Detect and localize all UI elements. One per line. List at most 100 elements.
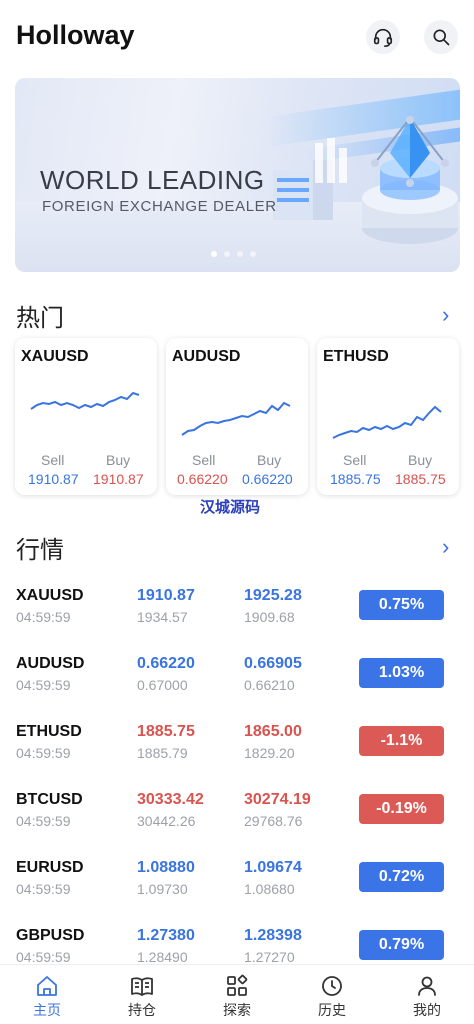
row-sub-sell: 1.09730 — [137, 881, 188, 897]
user-icon — [418, 976, 436, 996]
row-symbol: AUDUSD — [16, 655, 85, 672]
row-sub-sell: 1885.79 — [137, 745, 188, 761]
tab-history[interactable]: 历史 — [285, 965, 379, 1024]
row-price-buy: 1.09674 — [244, 859, 302, 876]
row-price-sell: 30333.42 — [137, 791, 204, 808]
buy-label: Buy — [408, 452, 433, 468]
row-price-buy: 1.28398 — [244, 927, 302, 944]
row-sub-buy: 1.27270 — [244, 949, 295, 965]
row-sub-buy: 29768.76 — [244, 813, 303, 829]
carousel-dot[interactable] — [237, 251, 243, 257]
clock-icon — [322, 976, 342, 996]
row-symbol: GBPUSD — [16, 927, 85, 944]
row-price-sell: 1.27380 — [137, 927, 195, 944]
row-time: 04:59:59 — [16, 677, 71, 693]
tab-label: 探索 — [223, 1002, 251, 1018]
buy-price: 1910.87 — [93, 471, 144, 487]
search-icon — [433, 29, 450, 46]
watermark-text: 汉城源码 — [200, 499, 261, 516]
hot-card-symbol: AUDUSD — [172, 348, 241, 365]
change-badge: -1.1% — [359, 726, 444, 756]
hot-more-button[interactable]: › — [442, 302, 449, 328]
row-symbol: EURUSD — [16, 859, 84, 876]
book-icon — [131, 977, 153, 996]
market-more-button[interactable]: › — [442, 534, 449, 560]
tab-profile[interactable]: 我的 — [380, 965, 474, 1024]
hot-card-ethusd[interactable]: ETHUSD Sell Buy 1885.75 1885.75 — [317, 338, 459, 495]
sell-label: Sell — [41, 452, 65, 468]
change-badge: 0.79% — [359, 930, 444, 960]
row-price-sell: 0.66220 — [137, 655, 195, 672]
buy-price: 0.66220 — [242, 471, 293, 487]
change-badge: 1.03% — [359, 658, 444, 688]
row-symbol: BTCUSD — [16, 791, 83, 808]
row-symbol: XAUUSD — [16, 587, 84, 604]
market-row[interactable]: ETHUSD 04:59:59 1885.75 1885.79 1865.00 … — [0, 723, 474, 791]
hot-card-audusd[interactable]: AUDUSD Sell Buy 0.66220 0.66220 — [166, 338, 308, 495]
tab-label: 我的 — [413, 1002, 441, 1018]
row-symbol: ETHUSD — [16, 723, 82, 740]
row-price-buy: 1925.28 — [244, 587, 302, 604]
row-price-sell: 1885.75 — [137, 723, 195, 740]
row-sub-buy: 1.08680 — [244, 881, 295, 897]
tab-label: 主页 — [33, 1002, 61, 1018]
support-button[interactable] — [366, 20, 400, 54]
row-price-sell: 1910.87 — [137, 587, 195, 604]
search-button[interactable] — [424, 20, 458, 54]
sparkline — [181, 401, 291, 436]
row-sub-sell: 0.67000 — [137, 677, 188, 693]
carousel-dots[interactable] — [211, 251, 256, 257]
row-time: 04:59:59 — [16, 609, 71, 625]
tab-label: 历史 — [318, 1002, 346, 1018]
app-title: Holloway — [16, 20, 135, 50]
grid-icon — [227, 974, 248, 996]
row-time: 04:59:59 — [16, 949, 71, 965]
home-icon — [37, 976, 57, 996]
bottom-tab-bar: 主页 持仓 探索 历史 我的 — [0, 964, 474, 1024]
row-sub-sell: 1934.57 — [137, 609, 188, 625]
market-row[interactable]: AUDUSD 04:59:59 0.66220 0.67000 0.66905 … — [0, 655, 474, 723]
row-sub-buy: 1909.68 — [244, 609, 295, 625]
hot-card-xauusd[interactable]: XAUUSD Sell Buy 1910.87 1910.87 — [15, 338, 157, 495]
row-price-buy: 0.66905 — [244, 655, 302, 672]
sell-price: 1910.87 — [28, 471, 79, 487]
row-time: 04:59:59 — [16, 745, 71, 761]
market-section-title: 行情 — [16, 537, 64, 564]
market-row[interactable]: BTCUSD 04:59:59 30333.42 30442.26 30274.… — [0, 791, 474, 859]
sell-price: 0.66220 — [177, 471, 228, 487]
buy-price: 1885.75 — [395, 471, 446, 487]
headset-icon — [373, 28, 393, 47]
row-time: 04:59:59 — [16, 813, 71, 829]
hot-card-symbol: XAUUSD — [21, 348, 89, 365]
carousel-dot[interactable] — [211, 251, 217, 257]
sparkline — [30, 391, 140, 410]
tab-home[interactable]: 主页 — [0, 965, 94, 1024]
row-sub-buy: 0.66210 — [244, 677, 295, 693]
promo-banner[interactable]: WORLD LEADING FOREIGN EXCHANGE DEALER — [15, 78, 460, 272]
change-badge: -0.19% — [359, 794, 444, 824]
sparkline — [332, 405, 442, 439]
row-time: 04:59:59 — [16, 881, 71, 897]
buy-label: Buy — [106, 452, 131, 468]
row-price-buy: 30274.19 — [244, 791, 311, 808]
buy-label: Buy — [257, 452, 282, 468]
carousel-dot[interactable] — [224, 251, 230, 257]
header: Holloway — [0, 0, 474, 76]
tab-explore[interactable]: 探索 — [190, 965, 284, 1024]
banner-subtitle: FOREIGN EXCHANGE DEALER — [42, 198, 277, 215]
row-price-sell: 1.08880 — [137, 859, 195, 876]
banner-title: WORLD LEADING — [40, 165, 265, 195]
carousel-dot[interactable] — [250, 251, 256, 257]
change-badge: 0.75% — [359, 590, 444, 620]
sell-price: 1885.75 — [330, 471, 381, 487]
sell-label: Sell — [192, 452, 216, 468]
sell-label: Sell — [343, 452, 367, 468]
hot-card-symbol: ETHUSD — [323, 348, 389, 365]
market-row[interactable]: EURUSD 04:59:59 1.08880 1.09730 1.09674 … — [0, 859, 474, 927]
tab-label: 持仓 — [128, 1002, 156, 1018]
row-sub-sell: 30442.26 — [137, 813, 196, 829]
market-row[interactable]: XAUUSD 04:59:59 1910.87 1934.57 1925.28 … — [0, 587, 474, 655]
row-sub-buy: 1829.20 — [244, 745, 295, 761]
tab-positions[interactable]: 持仓 — [95, 965, 189, 1024]
row-sub-sell: 1.28490 — [137, 949, 188, 965]
